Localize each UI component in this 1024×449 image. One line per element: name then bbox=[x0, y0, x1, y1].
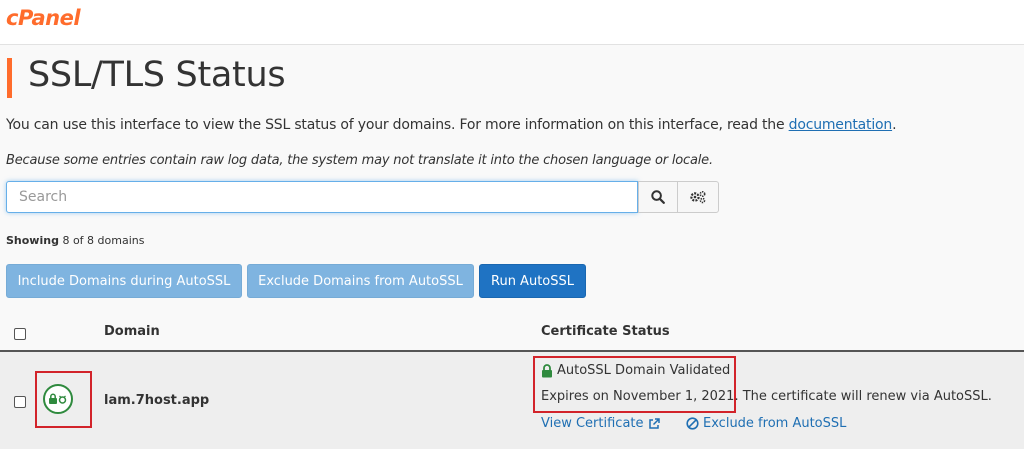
search-icon bbox=[651, 190, 665, 204]
include-domains-button[interactable]: Include Domains during AutoSSL bbox=[6, 264, 242, 298]
intro-text-end: . bbox=[892, 117, 897, 133]
domain-name: lam.7host.app bbox=[104, 393, 210, 408]
column-header-certificate-status[interactable]: Certificate Status bbox=[541, 324, 670, 339]
ban-icon bbox=[686, 417, 699, 430]
view-certificate-link[interactable]: View Certificate bbox=[541, 416, 660, 431]
search-input[interactable] bbox=[6, 181, 638, 213]
exclude-from-autossl-label: Exclude from AutoSSL bbox=[703, 416, 847, 431]
gears-icon bbox=[690, 190, 706, 204]
exclude-from-autossl-link[interactable]: Exclude from AutoSSL bbox=[686, 416, 846, 431]
row-checkbox[interactable] bbox=[14, 396, 26, 408]
search-button[interactable] bbox=[638, 181, 678, 213]
top-bar: cPanel bbox=[0, 0, 1024, 45]
settings-button[interactable] bbox=[677, 181, 719, 213]
ssl-valid-status-icon bbox=[43, 384, 73, 414]
showing-count: Showing 8 of 8 domains bbox=[6, 234, 144, 247]
cpanel-logo[interactable]: cPanel bbox=[6, 6, 81, 30]
documentation-link[interactable]: documentation bbox=[789, 117, 893, 133]
exclude-domains-button[interactable]: Exclude Domains from AutoSSL bbox=[247, 264, 474, 298]
status-title-text: AutoSSL Domain Validated bbox=[557, 363, 731, 378]
run-autossl-button[interactable]: Run AutoSSL bbox=[479, 264, 586, 298]
page-title: SSL/TLS Status bbox=[28, 55, 286, 95]
showing-text: 8 of 8 domains bbox=[62, 234, 145, 247]
lock-icon bbox=[542, 363, 552, 377]
translation-notice: Because some entries contain raw log dat… bbox=[6, 153, 713, 168]
expiry-text: Expires on November 1, 2021. bbox=[541, 389, 739, 404]
lock-shield-icon bbox=[49, 393, 67, 404]
showing-label: Showing bbox=[6, 234, 59, 247]
intro-text-body: You can use this interface to view the S… bbox=[6, 117, 789, 133]
external-link-icon bbox=[648, 417, 660, 429]
select-all-checkbox[interactable] bbox=[14, 328, 26, 340]
certificate-expiry: Expires on November 1, 2021. The certifi… bbox=[541, 389, 992, 404]
title-accent-bar bbox=[7, 58, 12, 98]
table-header: Domain Certificate Status bbox=[0, 312, 1024, 352]
view-certificate-label: View Certificate bbox=[541, 416, 644, 431]
certificate-status-title: AutoSSL Domain Validated bbox=[541, 363, 730, 378]
column-header-domain[interactable]: Domain bbox=[104, 324, 160, 339]
renew-note: The certificate will renew via AutoSSL. bbox=[738, 389, 992, 404]
intro-text: You can use this interface to view the S… bbox=[6, 117, 897, 133]
